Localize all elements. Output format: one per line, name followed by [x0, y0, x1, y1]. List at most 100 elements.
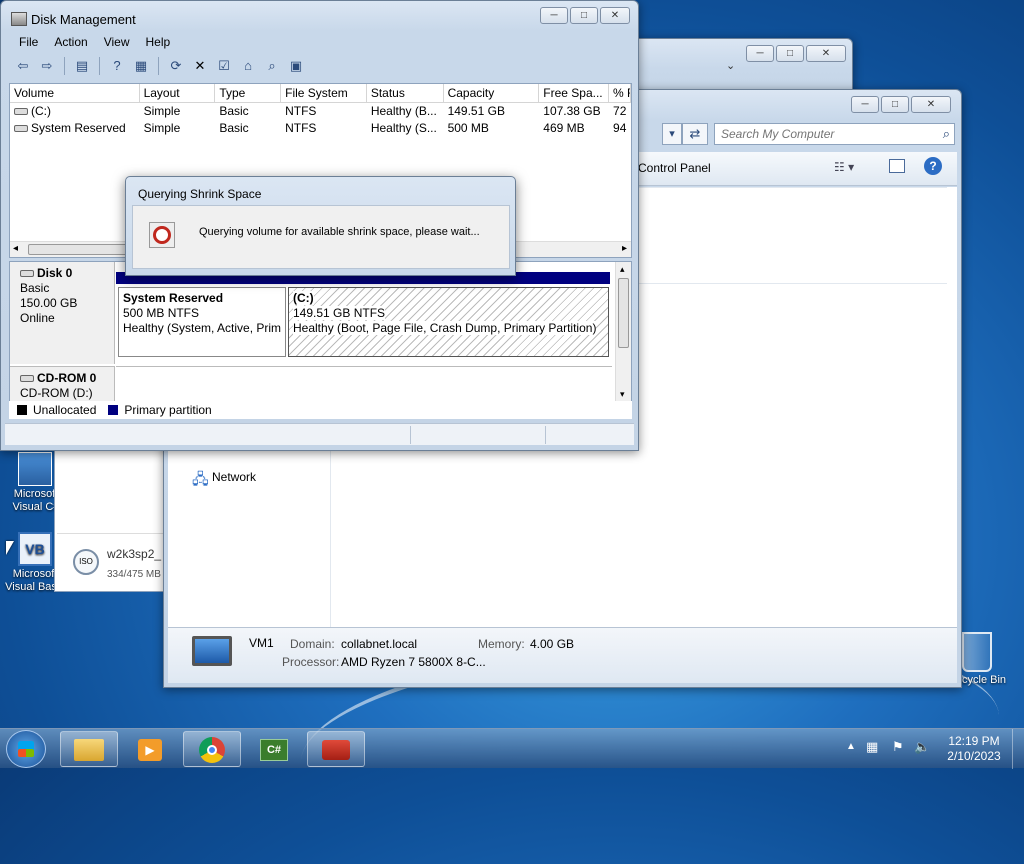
- download-window[interactable]: ISO w2k3sp2_ 334/475 MB: [54, 440, 166, 592]
- menu-file[interactable]: File: [19, 35, 38, 49]
- action-center-icon[interactable]: ⚑: [892, 739, 904, 755]
- forward-arrow-icon[interactable]: ⇨: [37, 57, 57, 75]
- computer-name: VM1: [249, 636, 274, 650]
- search-icon[interactable]: ⌕: [943, 126, 950, 142]
- scrollbar-thumb[interactable]: [28, 244, 128, 255]
- dialog-message: Querying volume for available shrink spa…: [199, 226, 480, 238]
- download-progress: 334/475 MB: [107, 569, 161, 580]
- volume-fs: NTFS: [285, 121, 317, 135]
- maximize-button[interactable]: □: [776, 45, 804, 62]
- help-icon[interactable]: ?: [107, 57, 127, 75]
- processor-label: Processor:: [282, 655, 340, 669]
- window-controls: ─ □ ✕: [849, 96, 951, 114]
- close-button[interactable]: ✕: [806, 45, 846, 62]
- search-box[interactable]: ⌕: [714, 123, 955, 145]
- taskbar-computer-management[interactable]: [307, 731, 365, 767]
- volume-type: Basic: [219, 121, 249, 135]
- menu-action[interactable]: Action: [54, 35, 87, 49]
- minimize-button[interactable]: ─: [746, 45, 774, 62]
- taskbar-chrome[interactable]: [183, 731, 241, 767]
- checklist-icon[interactable]: ☑: [214, 57, 234, 75]
- querying-shrink-dialog[interactable]: Querying Shrink Space Querying volume fo…: [125, 176, 516, 276]
- disk-graph-view: Disk 0 Basic 150.00 GB Online System Res…: [9, 261, 632, 419]
- scrollbar-thumb[interactable]: [618, 278, 629, 348]
- menu-help[interactable]: Help: [146, 35, 171, 49]
- view-options-icon[interactable]: ☷ ▾: [834, 160, 854, 174]
- window-controls: ─ □ ✕: [744, 45, 846, 63]
- column-header[interactable]: Capacity: [444, 84, 540, 102]
- minimize-button[interactable]: ─: [851, 96, 879, 113]
- disk-0-label[interactable]: Disk 0 Basic 150.00 GB Online: [10, 262, 115, 364]
- properties-icon[interactable]: ▦: [131, 57, 151, 75]
- legend-swatch-unallocated: [17, 405, 27, 415]
- nav-network[interactable]: Network: [212, 470, 256, 484]
- volume-icon[interactable]: 🔈: [914, 739, 930, 755]
- clock[interactable]: 12:19 PM 2/10/2023: [944, 734, 1004, 764]
- volume-fs: NTFS: [285, 104, 317, 118]
- volume-list-header: Volume Layout Type File System Status Ca…: [10, 84, 631, 103]
- disk-state: Online: [20, 311, 55, 325]
- shortcut-icon: [18, 452, 52, 486]
- iso-file-icon: ISO: [73, 549, 99, 575]
- column-header[interactable]: Free Spa...: [539, 84, 610, 102]
- delete-icon[interactable]: ✕: [190, 57, 210, 75]
- refresh-icon[interactable]: ⟳: [166, 57, 186, 75]
- scroll-right-icon[interactable]: ▸: [622, 243, 627, 254]
- mouse-cursor: [6, 541, 14, 555]
- scroll-down-icon[interactable]: ▾: [620, 389, 625, 400]
- back-arrow-icon[interactable]: ⇦: [13, 57, 33, 75]
- maximize-button[interactable]: □: [881, 96, 909, 113]
- volume-row[interactable]: (C:) Simple Basic NTFS Healthy (B... 149…: [10, 103, 631, 120]
- settings-icon[interactable]: ▣: [286, 57, 306, 75]
- scroll-left-icon[interactable]: ◂: [13, 243, 18, 254]
- taskbar-media-player[interactable]: ▶: [121, 731, 179, 767]
- column-header[interactable]: Layout: [140, 84, 216, 102]
- dialog-body: Querying volume for available shrink spa…: [132, 205, 510, 269]
- maximize-button[interactable]: □: [570, 7, 598, 24]
- column-header[interactable]: Status: [367, 84, 444, 102]
- close-button[interactable]: ✕: [600, 7, 630, 24]
- show-desktop-button[interactable]: [1012, 729, 1024, 769]
- control-panel-button[interactable]: Control Panel: [638, 161, 711, 175]
- dropdown-arrow-icon[interactable]: ▾: [662, 123, 682, 145]
- vertical-scrollbar[interactable]: ▴ ▾: [615, 262, 631, 402]
- volume-capacity: 500 MB: [447, 121, 489, 135]
- windows-logo-icon: [18, 741, 34, 757]
- window-controls: ─ □ ✕: [538, 7, 630, 25]
- column-header[interactable]: File System: [281, 84, 367, 102]
- refresh-icon[interactable]: ⇄: [682, 123, 708, 145]
- volume-row[interactable]: System Reserved Simple Basic NTFS Health…: [10, 120, 631, 137]
- preview-pane-icon[interactable]: [889, 159, 905, 173]
- start-button[interactable]: [6, 730, 46, 768]
- help-icon[interactable]: ?: [924, 157, 942, 175]
- disk-type: CD-ROM (D:): [20, 386, 93, 400]
- open-folder-icon[interactable]: ⌂: [238, 57, 258, 75]
- drive-icon: [14, 108, 28, 115]
- scroll-up-icon[interactable]: ▴: [620, 264, 625, 275]
- console-tree-icon[interactable]: ▤: [72, 57, 92, 75]
- search-icon[interactable]: ⌕: [262, 57, 282, 75]
- partition-system-reserved[interactable]: System Reserved 500 MB NTFS Healthy (Sys…: [118, 287, 286, 357]
- close-button[interactable]: ✕: [911, 96, 951, 113]
- volume-name: System Reserved: [31, 121, 126, 135]
- volume-free: 107.38 GB: [543, 104, 601, 118]
- partition-c[interactable]: (C:) 149.51 GB NTFS Healthy (Boot, Page …: [288, 287, 609, 357]
- chevron-down-icon[interactable]: ⌄: [726, 59, 735, 72]
- search-input[interactable]: [719, 126, 929, 142]
- drive-icon: [14, 125, 28, 132]
- column-header[interactable]: Type: [215, 84, 282, 102]
- legend-label-unallocated: Unallocated: [33, 403, 97, 417]
- details-pane: VM1 Domain: collabnet.local Memory: 4.00…: [168, 627, 957, 683]
- menu-view[interactable]: View: [104, 35, 130, 49]
- minimize-button[interactable]: ─: [540, 7, 568, 24]
- show-hidden-icons[interactable]: ▲: [846, 741, 856, 752]
- taskbar-visual-csharp[interactable]: C#: [245, 731, 303, 767]
- volume-pct-free: 94: [613, 121, 627, 135]
- column-header[interactable]: Volume: [10, 84, 140, 102]
- taskbar-explorer[interactable]: [60, 731, 118, 767]
- cdrom-icon: [20, 375, 34, 382]
- network-tray-icon[interactable]: ▦: [866, 739, 878, 755]
- column-header[interactable]: % F: [609, 84, 631, 102]
- legend-label-primary: Primary partition: [124, 403, 212, 417]
- disk-type: Basic: [20, 281, 50, 295]
